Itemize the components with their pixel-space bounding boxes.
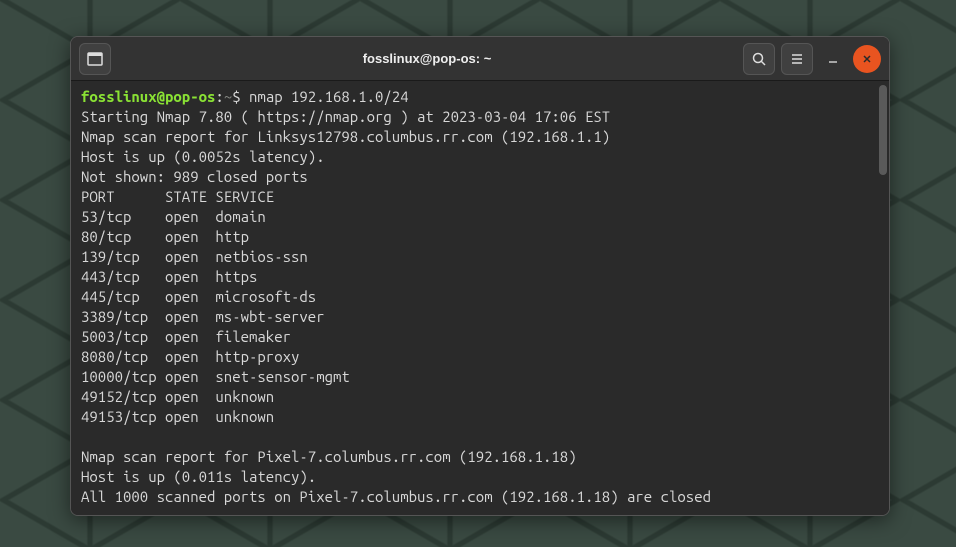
prompt-separator: :	[215, 88, 223, 105]
output-line: Nmap scan report for Linksys12798.columb…	[81, 128, 610, 145]
minimize-icon	[827, 53, 839, 65]
search-icon	[751, 51, 767, 67]
output-port-row: 5003/tcp open filemaker	[81, 328, 291, 345]
output-port-row: 445/tcp open microsoft-ds	[81, 288, 316, 305]
terminal-content[interactable]: fosslinux@pop-os:~$ nmap 192.168.1.0/24 …	[71, 81, 889, 515]
terminal-window: fosslinux@pop-os: ~	[70, 36, 890, 516]
output-port-row: 80/tcp open http	[81, 228, 249, 245]
hamburger-icon	[789, 51, 805, 67]
output-port-row: 53/tcp open domain	[81, 208, 266, 225]
output-port-row: 443/tcp open https	[81, 268, 257, 285]
titlebar-controls	[743, 43, 881, 75]
output-port-row: 49152/tcp open unknown	[81, 388, 274, 405]
close-button[interactable]	[853, 45, 881, 73]
new-tab-button[interactable]	[79, 43, 111, 75]
output-port-row: 49153/tcp open unknown	[81, 408, 274, 425]
output-line: Host is up (0.011s latency).	[81, 468, 316, 485]
prompt-path: ~	[224, 88, 232, 105]
prompt-symbol: $	[232, 88, 249, 105]
output-line: Host is up (0.0052s latency).	[81, 148, 325, 165]
output-port-row: 139/tcp open netbios-ssn	[81, 248, 308, 265]
output-line: Starting Nmap 7.80 ( https://nmap.org ) …	[81, 108, 610, 125]
menu-button[interactable]	[781, 43, 813, 75]
output-port-row: 10000/tcp open snet-sensor-mgmt	[81, 368, 350, 385]
output-line: Nmap scan report for Pixel-7.columbus.rr…	[81, 448, 577, 465]
search-button[interactable]	[743, 43, 775, 75]
command-text: nmap 192.168.1.0/24	[249, 88, 409, 105]
titlebar: fosslinux@pop-os: ~	[71, 37, 889, 81]
scrollbar-thumb[interactable]	[879, 85, 887, 175]
output-line: Not shown: 989 closed ports	[81, 168, 308, 185]
prompt-user-host: fosslinux@pop-os	[81, 88, 215, 105]
output-line: All 1000 scanned ports on Pixel-7.columb…	[81, 488, 711, 505]
terminal-icon	[87, 51, 103, 67]
window-title: fosslinux@pop-os: ~	[111, 51, 743, 66]
output-port-row: 3389/tcp open ms-wbt-server	[81, 308, 325, 325]
output-port-header: PORT STATE SERVICE	[81, 188, 274, 205]
output-port-row: 8080/tcp open http-proxy	[81, 348, 299, 365]
minimize-button[interactable]	[819, 45, 847, 73]
close-icon	[861, 53, 873, 65]
